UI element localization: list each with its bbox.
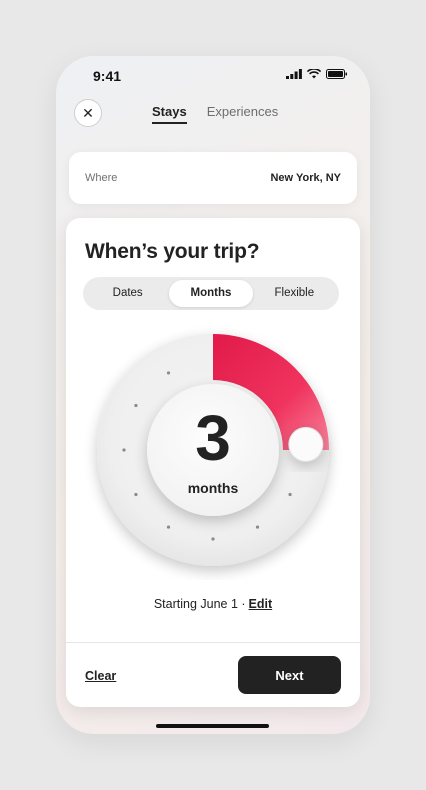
next-button[interactable]: Next [238,656,341,694]
months-unit: months [187,480,239,496]
close-button[interactable]: ✕ [74,99,102,127]
segment-flexible[interactable]: Flexible [253,280,336,307]
dial-tick [255,525,260,529]
clear-button[interactable]: Clear [85,669,116,683]
trip-mode-selector: Dates Months Flexible [83,277,339,310]
dial-tick [211,537,215,541]
trip-card: When’s your trip? Dates Months Flexible [66,218,360,707]
home-indicator [156,724,269,728]
starting-text: Starting June 1 · [153,597,246,611]
months-count: 3 [195,402,231,474]
where-label: Where [85,172,118,184]
status-time: 9:41 [93,68,122,84]
where-card[interactable]: Where New York, NY [69,152,357,204]
dial-tick [166,525,171,529]
tab-stays[interactable]: Stays [152,104,187,124]
divider [66,642,360,643]
wifi-icon [307,69,321,79]
tab-experiences[interactable]: Experiences [207,104,279,124]
dial-tick [166,371,171,375]
cellular-signal-icon [286,69,302,79]
phone-frame: 9:41 ✕ Stays Experiences Where New York,… [56,56,370,734]
starting-date: Starting June 1 · Edit [66,597,360,611]
trip-title: When’s your trip? [85,240,260,263]
mode-tabs: Stays Experiences [152,104,278,124]
close-icon: ✕ [82,104,94,121]
battery-icon [326,69,347,79]
edit-link[interactable]: Edit [249,597,273,611]
segment-dates[interactable]: Dates [86,280,169,307]
segment-months[interactable]: Months [169,280,253,307]
status-icons [286,69,348,79]
where-value: New York, NY [270,172,341,184]
